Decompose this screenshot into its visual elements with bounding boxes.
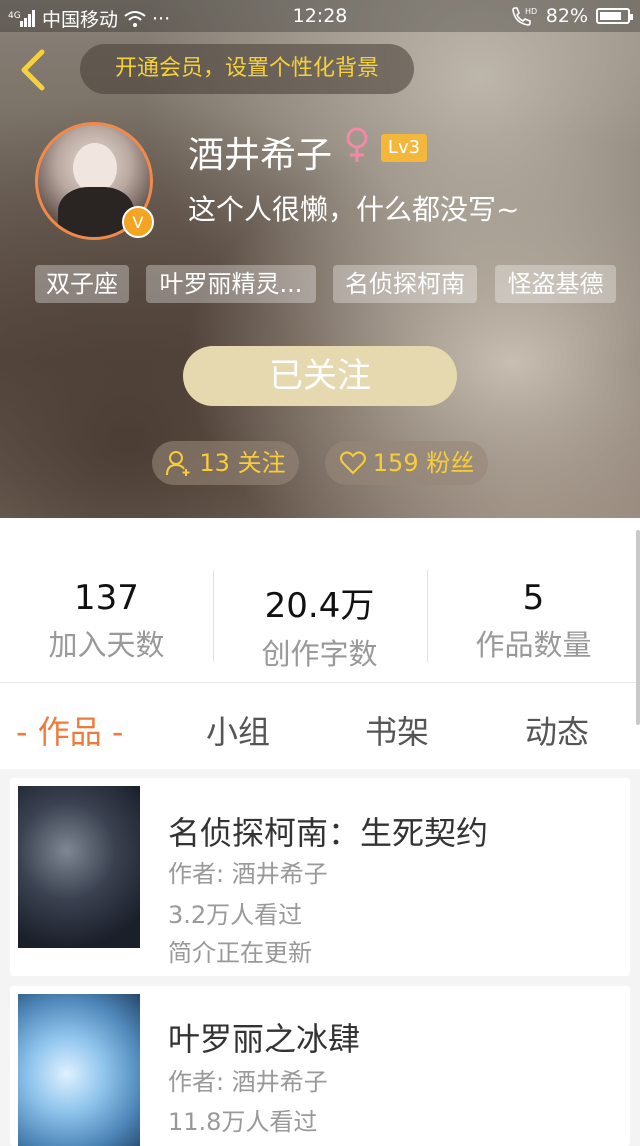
follow-button[interactable]: 已关注 (183, 346, 457, 406)
tag-item[interactable]: 怪盗基德 (495, 265, 616, 303)
verified-badge-icon: V (122, 206, 154, 238)
fans-count: 159 粉丝 (372, 449, 475, 477)
stat-label: 作品数量 (475, 628, 592, 662)
username: 酒井希子 (188, 135, 333, 176)
tag-item[interactable]: 叶罗丽精灵... (146, 265, 316, 303)
book-cover (18, 786, 140, 948)
status-right: HD 82% (510, 5, 633, 27)
book-author: 作者: 酒井希子 (168, 1068, 328, 1096)
profile-tabs: - 作品 - 小组 书架 动态 (0, 682, 640, 769)
profile-header: 4G 中国移动 ··· 12:28 HD 82% 开通会员，设置个性化背景 V … (0, 0, 640, 518)
stat-works-count: 5 作品数量 (427, 578, 640, 664)
tab-bookshelf[interactable]: 书架 (365, 707, 429, 753)
fans-button[interactable]: 159 粉丝 (325, 441, 488, 485)
stat-label: 加入天数 (48, 628, 165, 662)
work-card[interactable]: 叶罗丽之冰肆 作者: 酒井希子 11.8万人看过 (10, 986, 630, 1146)
tab-groups[interactable]: 小组 (206, 707, 270, 753)
avatar-face (73, 143, 117, 193)
following-count: 13 关注 (199, 449, 286, 477)
svg-text:HD: HD (525, 7, 537, 16)
stat-value: 5 (522, 578, 545, 618)
tab-activity[interactable]: 动态 (525, 707, 589, 753)
stat-word-count: 20.4万 创作字数 (213, 578, 426, 673)
status-bar: 4G 中国移动 ··· 12:28 HD 82% (0, 0, 640, 32)
phone-hd-icon: HD (511, 7, 537, 26)
battery-icon (596, 8, 633, 24)
tab-works[interactable]: - 作品 - (16, 707, 123, 753)
book-summary: 简介正在更新 (168, 939, 312, 967)
scrollbar[interactable] (636, 530, 640, 725)
add-person-icon (166, 451, 190, 476)
book-title: 叶罗丽之冰肆 (168, 1020, 361, 1058)
book-title: 名侦探柯南：生死契约 (168, 814, 489, 852)
stat-value: 137 (74, 578, 139, 618)
following-button[interactable]: 13 关注 (152, 441, 299, 485)
stat-join-days: 137 加入天数 (0, 578, 213, 664)
tag-item[interactable]: 双子座 (35, 265, 129, 303)
level-badge: Lv3 (381, 134, 427, 162)
book-views: 3.2万人看过 (168, 901, 303, 929)
battery-percent: 82% (545, 5, 588, 27)
book-cover (18, 994, 140, 1146)
avatar-body (58, 187, 134, 237)
user-bio: 这个人很懒，什么都没写~ (188, 193, 520, 226)
vip-background-prompt[interactable]: 开通会员，设置个性化背景 (80, 44, 414, 94)
stat-value: 20.4万 (264, 586, 375, 626)
work-card[interactable]: 名侦探柯南：生死契约 作者: 酒井希子 3.2万人看过 简介正在更新 (10, 778, 630, 976)
stat-label: 创作字数 (261, 637, 378, 671)
heart-icon (339, 451, 366, 475)
back-arrow-icon[interactable] (14, 48, 54, 92)
book-author: 作者: 酒井希子 (168, 860, 328, 888)
stats-panel: 137 加入天数 20.4万 创作字数 5 作品数量 (0, 518, 640, 682)
tag-item[interactable]: 名侦探柯南 (333, 265, 477, 303)
book-views: 11.8万人看过 (168, 1108, 318, 1136)
female-icon (346, 127, 368, 162)
